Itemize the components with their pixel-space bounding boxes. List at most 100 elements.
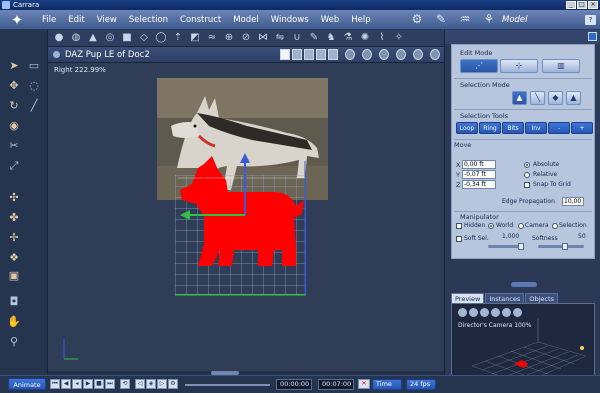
soft-selection-thumb[interactable] xyxy=(518,243,524,250)
hidden-checkbox[interactable] xyxy=(456,223,462,229)
loop-button[interactable]: Loop xyxy=(456,122,478,134)
snap-to-grid-checkbox[interactable] xyxy=(524,182,530,188)
panel-splitter[interactable] xyxy=(511,282,537,287)
play-icon[interactable]: ▶ xyxy=(83,379,93,389)
selection-radio[interactable] xyxy=(552,223,558,229)
time-mode-select[interactable]: Time xyxy=(372,379,402,390)
sphere-tool-icon[interactable]: ◍ xyxy=(69,31,83,45)
box-mode-icon[interactable] xyxy=(396,49,406,60)
shrink-button[interactable]: - xyxy=(548,122,570,134)
menu-selection[interactable]: Selection xyxy=(123,15,174,25)
render-mode-icon[interactable] xyxy=(430,49,440,60)
cone-icon[interactable]: ▲ xyxy=(86,31,100,45)
shaded-mode-icon[interactable] xyxy=(345,49,355,60)
snap-to-frame-icon[interactable]: ✕ xyxy=(358,379,370,389)
dolly-icon[interactable]: ✤ xyxy=(6,210,22,226)
hand-icon[interactable]: ✋ xyxy=(6,314,22,330)
bits-button[interactable]: Bits xyxy=(502,122,524,134)
close-button[interactable]: × xyxy=(588,1,598,9)
extrude-icon[interactable]: ⇡ xyxy=(171,31,185,45)
go-to-end-icon[interactable]: ⏭ xyxy=(105,379,115,389)
carrara-logo-icon[interactable]: ✦ xyxy=(6,11,28,29)
soft-selection-checkbox[interactable] xyxy=(456,236,462,242)
selection-edge-button[interactable]: ╲ xyxy=(530,91,545,105)
relative-radio[interactable] xyxy=(524,172,530,178)
selection-vertex-button[interactable]: ▲ xyxy=(512,91,527,105)
bridge-icon[interactable]: ⤢ xyxy=(6,158,22,174)
world-radio[interactable] xyxy=(488,223,494,229)
cylinder-icon[interactable]: ◎ xyxy=(103,31,117,45)
ring-button[interactable]: Ring xyxy=(479,122,501,134)
go-to-start-icon[interactable]: ⏮ xyxy=(50,379,60,389)
track-icon[interactable]: ❖ xyxy=(6,250,22,266)
x-field[interactable]: 0,00 ft xyxy=(462,160,496,169)
lit-mode-icon[interactable] xyxy=(379,49,389,60)
invert-button[interactable]: Inv xyxy=(525,122,547,134)
smooth-icon[interactable]: ≈ xyxy=(205,31,219,45)
mirror-icon[interactable]: ⇋ xyxy=(273,31,287,45)
loop-icon[interactable]: ⟲ xyxy=(120,379,130,389)
edit-mode-face-button[interactable]: ▥ xyxy=(542,59,580,73)
knife-icon[interactable]: ✂ xyxy=(6,138,22,154)
menu-view[interactable]: View xyxy=(91,15,123,25)
menu-file[interactable]: File xyxy=(36,15,62,25)
single-view-icon[interactable] xyxy=(280,49,290,60)
four-view-icon[interactable] xyxy=(316,49,326,60)
help-icon[interactable]: ? xyxy=(585,15,596,25)
torus-icon[interactable]: ◯ xyxy=(154,31,168,45)
current-time-field[interactable]: 00:00:00 xyxy=(276,379,312,390)
timeline-scrubber[interactable] xyxy=(185,384,270,386)
pan-object-icon[interactable]: ✣ xyxy=(6,190,22,206)
morph-icon[interactable]: ⚗ xyxy=(341,31,355,45)
softness-slider[interactable] xyxy=(538,243,584,250)
assemble-room-icon[interactable]: ⚙ xyxy=(408,12,426,27)
key-add-icon[interactable]: ◈ xyxy=(146,379,156,389)
key-settings-icon[interactable]: ⚙ xyxy=(168,379,178,389)
model-room-icon[interactable]: ✎ xyxy=(432,12,450,27)
y-field[interactable]: -0,07 ft xyxy=(462,170,496,179)
menu-web[interactable]: Web xyxy=(315,15,346,25)
end-time-field[interactable]: 00:07:00 xyxy=(318,379,354,390)
key-next-icon[interactable]: ▷ xyxy=(157,379,167,389)
camera-icon[interactable]: ◘ xyxy=(6,294,22,310)
zoom-icon[interactable]: ⚲ xyxy=(6,334,22,350)
render-icon[interactable]: ✧ xyxy=(392,31,406,45)
lasso-icon[interactable]: ◌ xyxy=(26,78,42,94)
selection-polygon-button[interactable]: ◆ xyxy=(548,91,563,105)
texture-mode-icon[interactable] xyxy=(413,49,423,60)
sphere-primitive-icon[interactable]: ● xyxy=(52,31,66,45)
marquee-icon[interactable]: ▭ xyxy=(26,58,42,74)
scale-tool-icon[interactable]: ◉ xyxy=(6,118,22,134)
camera-radio[interactable] xyxy=(518,223,524,229)
menu-construct[interactable]: Construct xyxy=(174,15,227,25)
bevel-icon[interactable]: ◩ xyxy=(188,31,202,45)
3d-viewport[interactable]: Right 222.99% xyxy=(48,63,444,371)
edge-propagation-field[interactable]: 10,00 xyxy=(562,197,584,206)
pen-icon[interactable]: ╱ xyxy=(26,98,42,114)
selection-object-button[interactable]: ▲ xyxy=(566,91,581,105)
camera-move-icon[interactable]: ✢ xyxy=(6,230,22,246)
loft-icon[interactable]: ⋈ xyxy=(256,31,270,45)
plane-icon[interactable]: ◇ xyxy=(137,31,151,45)
rotate-tool-icon[interactable]: ↻ xyxy=(6,98,22,114)
edit-mode-vertex-button[interactable]: ⋰ xyxy=(460,59,498,73)
split-icon[interactable]: ⊘ xyxy=(239,31,253,45)
maximize-button[interactable]: □ xyxy=(577,1,587,9)
bones-icon[interactable]: ⌇ xyxy=(375,31,389,45)
minimize-button[interactable]: _ xyxy=(566,1,576,9)
weld-icon[interactable]: ⊕ xyxy=(222,31,236,45)
edit-mode-edge-button[interactable]: ⊹ xyxy=(500,59,538,73)
wireframe-mode-icon[interactable] xyxy=(362,49,372,60)
menu-edit[interactable]: Edit xyxy=(62,15,90,25)
softness-thumb[interactable] xyxy=(562,243,568,250)
magnet-icon[interactable]: ∪ xyxy=(290,31,304,45)
fps-select[interactable]: 24 fps xyxy=(406,379,436,390)
three-view-icon[interactable] xyxy=(304,49,314,60)
previous-key-icon[interactable]: ◀ xyxy=(61,379,71,389)
animate-button[interactable]: Animate xyxy=(8,378,46,390)
texture-room-icon[interactable]: ⚘ xyxy=(480,12,498,27)
document-menu-icon[interactable] xyxy=(53,51,60,58)
two-view-icon[interactable] xyxy=(292,49,302,60)
move-tool-icon[interactable]: ✥ xyxy=(6,78,22,94)
z-field[interactable]: -0,34 ft xyxy=(462,180,496,189)
